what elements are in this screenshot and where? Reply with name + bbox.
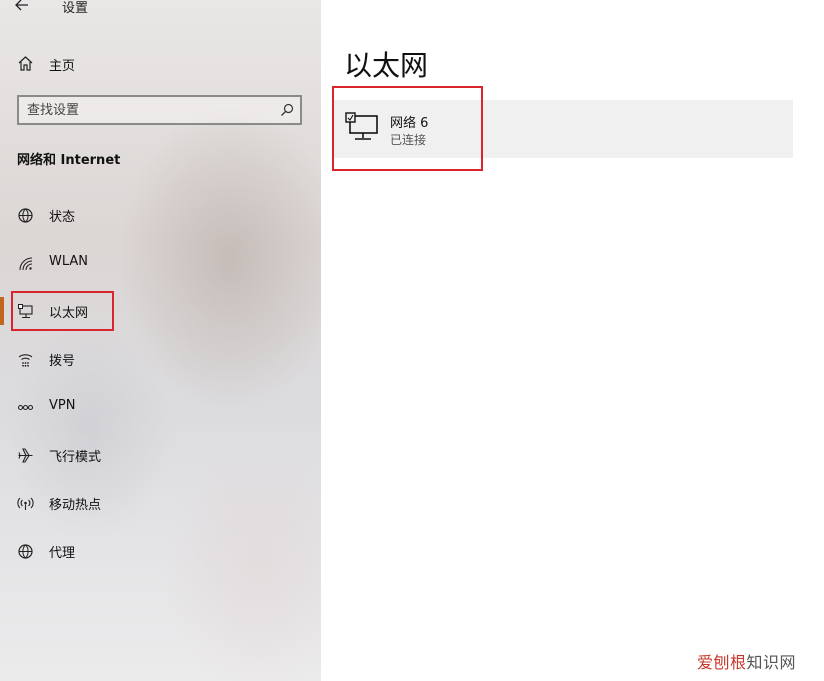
- sidebar-item-label: 飞行模式: [49, 450, 102, 465]
- highlight-box: [332, 86, 483, 171]
- sidebar-item-label: VPN: [49, 398, 76, 413]
- watermark-text: 爱刨根: [696, 653, 747, 672]
- sidebar-item-label: 移动热点: [49, 498, 102, 513]
- section-title: 网络和 Internet: [17, 153, 121, 168]
- sidebar-item-airplane-mode[interactable]: 飞行模式: [0, 435, 321, 475]
- airplane-icon: [18, 448, 33, 463]
- watermark: 爱刨根知识网: [697, 649, 796, 673]
- sidebar-item-proxy[interactable]: 代理: [0, 531, 321, 571]
- sidebar-item-vpn[interactable]: VPN: [0, 387, 321, 427]
- search-input[interactable]: [27, 100, 272, 120]
- sidebar-item-label: 代理: [49, 546, 76, 561]
- page-title: 以太网: [344, 49, 429, 82]
- main-content: 以太网 网络 6 已连接 爱刨根知识网: [321, 0, 824, 681]
- sidebar-item-mobile-hotspot[interactable]: 移动热点: [0, 483, 321, 523]
- highlight-box: [11, 291, 114, 331]
- sidebar-item-label: 状态: [49, 210, 76, 225]
- back-arrow-icon: [15, 0, 28, 11]
- sidebar-item-wlan[interactable]: WLAN: [0, 243, 321, 283]
- search-icon[interactable]: [280, 103, 294, 117]
- title-bar: 设置: [0, 0, 321, 22]
- home-nav-item[interactable]: 主页: [0, 50, 321, 78]
- proxy-globe-icon: [18, 544, 33, 559]
- app-title: 设置: [62, 1, 89, 16]
- sidebar-item-dialup[interactable]: 拨号: [0, 339, 321, 379]
- hotspot-icon: [17, 497, 34, 510]
- home-label: 主页: [49, 59, 76, 74]
- sidebar-item-label: WLAN: [49, 254, 89, 269]
- vpn-icon: [17, 404, 34, 411]
- home-icon: [18, 56, 33, 71]
- watermark-text: 知识网: [746, 653, 796, 672]
- back-button[interactable]: [14, 0, 38, 16]
- selected-indicator: [0, 297, 4, 325]
- dialup-icon: [18, 354, 33, 367]
- wifi-icon: [19, 257, 33, 271]
- search-box[interactable]: [17, 95, 302, 125]
- sidebar-item-label: 拨号: [49, 354, 76, 369]
- status-globe-icon: [18, 208, 33, 223]
- sidebar-item-status[interactable]: 状态: [0, 195, 321, 235]
- sidebar: 设置 主页 网络和 Internet 状态 WLAN: [0, 0, 321, 681]
